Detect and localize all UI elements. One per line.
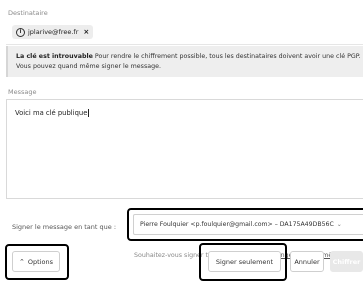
recipient-divider [6, 44, 363, 45]
info-icon: i [16, 27, 25, 37]
text-caret [88, 109, 90, 117]
signing-key-select[interactable]: Pierre Foulquier <p.foulquier@gmail.com>… [133, 214, 363, 235]
cancel-button[interactable]: Annuler [290, 251, 324, 272]
options-label: Options [27, 257, 53, 266]
missing-key-warning: La clé est introuvable Pour rendre le ch… [6, 46, 363, 77]
chevron-down-icon: ⌄ [336, 221, 342, 228]
signing-key-value: Pierre Foulquier <p.foulquier@gmail.com>… [140, 221, 334, 228]
message-textarea[interactable]: Voici ma clé publique [6, 99, 363, 199]
sign-as-label: Signer le message en tant que : [12, 223, 117, 231]
encrypt-button[interactable]: Chiffrer [330, 251, 363, 272]
recipient-label: Destinataire [8, 9, 48, 17]
sign-only-button[interactable]: Signer seulement [208, 251, 281, 272]
recipient-chip[interactable]: i jplarive@free.fr × [12, 25, 94, 39]
recipient-email: jplarive@free.fr [28, 28, 79, 36]
message-label: Message [8, 88, 37, 96]
chevron-up-icon: ⌃ [19, 257, 25, 266]
options-button[interactable]: ⌃ Options [12, 251, 60, 272]
remove-recipient-icon[interactable]: × [83, 28, 89, 36]
message-text: Voici ma clé publique [15, 109, 88, 117]
warning-title: La clé est introuvable [16, 53, 93, 60]
